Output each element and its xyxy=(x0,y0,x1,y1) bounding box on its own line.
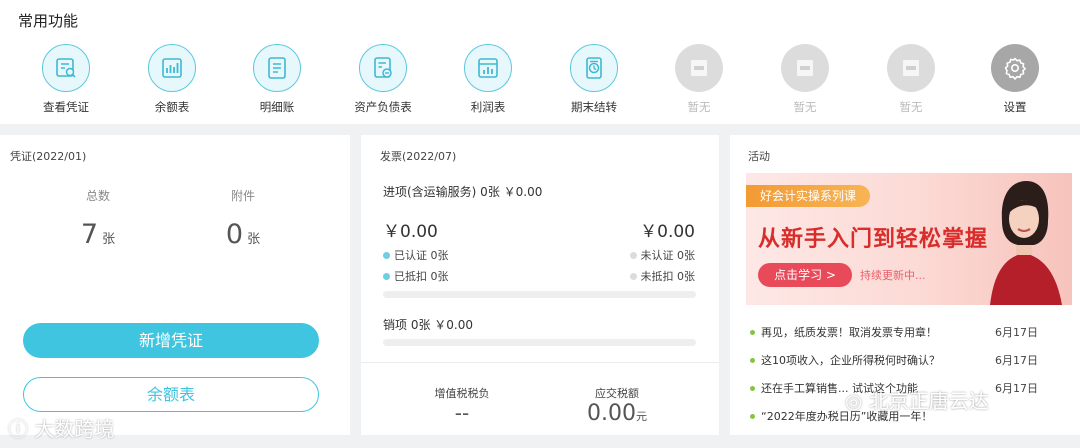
invoice-panel: 发票(2022/07) 进项(含运输服务) 0张 ￥0.00 ￥0.00 ￥0.… xyxy=(361,135,719,435)
voucher-attach-label: 附件 xyxy=(230,189,255,203)
divider xyxy=(361,362,719,363)
news-text: 再见，纸质发票！取消发票专用章！ xyxy=(761,326,937,339)
voucher-attach-value: 0 xyxy=(225,219,244,250)
grey-dot-icon xyxy=(629,272,637,280)
watermark-left-text: 大数跨境 xyxy=(34,417,115,441)
func-settings[interactable]: 设置 xyxy=(975,44,1055,115)
common-functions-title: 常用功能 xyxy=(18,12,79,30)
uncertified-text: 未认证 0张 xyxy=(640,249,696,262)
output-progress-bar xyxy=(383,339,696,346)
bullet-icon xyxy=(750,357,755,363)
voucher-total[interactable]: 7张 xyxy=(48,219,148,250)
input-amount-right: ￥0.00 xyxy=(640,222,695,242)
news-date: 6月17日 xyxy=(995,382,1038,395)
watermark-right: ◎ 北京正唐云达 xyxy=(845,385,989,414)
news-item[interactable]: 这10项收入，企业所得税何时确认？ 6月17日 xyxy=(750,352,1060,368)
voucher-attach-unit: 张 xyxy=(247,232,261,247)
tax-payable-unit: 元 xyxy=(635,410,647,423)
func-profit-statement[interactable]: 利润表 xyxy=(448,44,528,115)
func-label: 设置 xyxy=(1003,100,1027,114)
banner-learn-button[interactable]: 点击学习 > xyxy=(758,263,852,287)
vat-burden-value: -- xyxy=(454,401,470,425)
placeholder-icon xyxy=(675,44,723,92)
grey-dot-icon xyxy=(629,251,637,259)
tax-payable-label: 应交税额 xyxy=(595,387,639,400)
banner-headline: 从新手入门到轻松掌握 xyxy=(758,227,989,252)
voucher-total-value: 7 xyxy=(80,219,99,250)
balance-sheet-icon xyxy=(359,44,407,92)
wechat-icon: ◎ xyxy=(845,389,869,413)
invoice-title: 发票(2022/07) xyxy=(380,150,457,163)
func-balance-sheet[interactable]: 资产负债表 xyxy=(343,44,423,115)
bullet-icon xyxy=(750,413,755,419)
func-placeholder-1: 暂无 xyxy=(659,44,739,115)
activity-banner[interactable]: 好会计实操系列课 从新手入门到轻松掌握 点击学习 > 持续更新中... xyxy=(746,173,1072,305)
certified-row: 已认证 0张 xyxy=(383,247,449,263)
tax-payable: 0.00元 xyxy=(567,401,667,426)
func-label: 暂无 xyxy=(687,100,711,114)
watermark-right-text: 北京正唐云达 xyxy=(868,389,989,413)
uncertified-row: 未认证 0张 xyxy=(629,247,696,263)
gear-icon xyxy=(991,44,1039,92)
blue-dot-icon xyxy=(383,272,390,280)
bullet-icon xyxy=(750,329,755,335)
news-item[interactable]: 再见，纸质发票！取消发票专用章！ 6月17日 xyxy=(750,324,1060,340)
voucher-search-icon xyxy=(42,44,90,92)
balance-table-button[interactable]: 余额表 xyxy=(23,377,319,412)
period-close-icon xyxy=(570,44,618,92)
bar-chart-icon xyxy=(148,44,196,92)
voucher-panel: 凭证(2022/01) 总数 附件 7张 0张 新增凭证 余额表 xyxy=(0,135,350,435)
func-detail-ledger[interactable]: 明细账 xyxy=(237,44,317,115)
common-functions-panel: 常用功能 查看凭证 余额表 明细账 资产负债表 利润表 期末结转 暂无 暂无 暂… xyxy=(0,0,1080,124)
func-label: 暂无 xyxy=(899,100,923,114)
func-label: 余额表 xyxy=(154,100,190,114)
voucher-total-unit: 张 xyxy=(102,232,116,247)
news-date: 6月17日 xyxy=(995,354,1038,367)
certified-text: 已认证 0张 xyxy=(394,249,449,262)
input-invoice-line[interactable]: 进项(含运输服务) 0张 ￥0.00 xyxy=(383,183,542,200)
vat-burden-label: 增值税税负 xyxy=(434,387,490,400)
news-date: 6月17日 xyxy=(995,326,1038,339)
bullet-icon xyxy=(750,385,755,391)
voucher-total-label: 总数 xyxy=(85,189,110,203)
news-text: 这10项收入，企业所得税何时确认？ xyxy=(761,354,940,367)
tax-payable-value: 0.00 xyxy=(587,401,636,426)
profit-chart-icon xyxy=(464,44,512,92)
input-amount-left: ￥0.00 xyxy=(383,222,438,242)
activity-title: 活动 xyxy=(748,150,770,163)
func-view-voucher[interactable]: 查看凭证 xyxy=(26,44,106,115)
watermark-left: ⓘ 大数跨境 xyxy=(8,413,114,442)
func-label: 明细账 xyxy=(259,100,295,114)
func-period-close[interactable]: 期末结转 xyxy=(554,44,634,115)
func-balance-table[interactable]: 余额表 xyxy=(132,44,212,115)
func-label: 暂无 xyxy=(793,100,817,114)
func-label: 查看凭证 xyxy=(43,100,89,114)
func-label: 资产负债表 xyxy=(354,100,412,114)
blue-dot-icon xyxy=(383,251,390,259)
voucher-attach[interactable]: 0张 xyxy=(193,219,293,250)
input-progress-bar xyxy=(383,291,696,298)
func-label: 期末结转 xyxy=(571,100,617,114)
func-placeholder-2: 暂无 xyxy=(765,44,845,115)
placeholder-icon xyxy=(781,44,829,92)
placeholder-icon xyxy=(887,44,935,92)
add-voucher-button[interactable]: 新增凭证 xyxy=(23,323,319,358)
banner-tag: 好会计实操系列课 xyxy=(746,185,871,207)
func-placeholder-3: 暂无 xyxy=(871,44,951,115)
output-invoice-line[interactable]: 销项 0张 ￥0.00 xyxy=(383,316,473,333)
undeducted-text: 未抵扣 0张 xyxy=(640,270,696,283)
deducted-text: 已抵扣 0张 xyxy=(394,270,449,283)
func-label: 利润表 xyxy=(470,100,506,114)
presenter-image xyxy=(990,181,1062,305)
banner-subtitle: 持续更新中... xyxy=(860,269,926,282)
watermark-logo-icon: ⓘ xyxy=(8,417,35,441)
ledger-icon xyxy=(253,44,301,92)
deducted-row: 已抵扣 0张 xyxy=(383,268,449,284)
undeducted-row: 未抵扣 0张 xyxy=(629,268,696,284)
voucher-title: 凭证(2022/01) xyxy=(10,150,87,163)
